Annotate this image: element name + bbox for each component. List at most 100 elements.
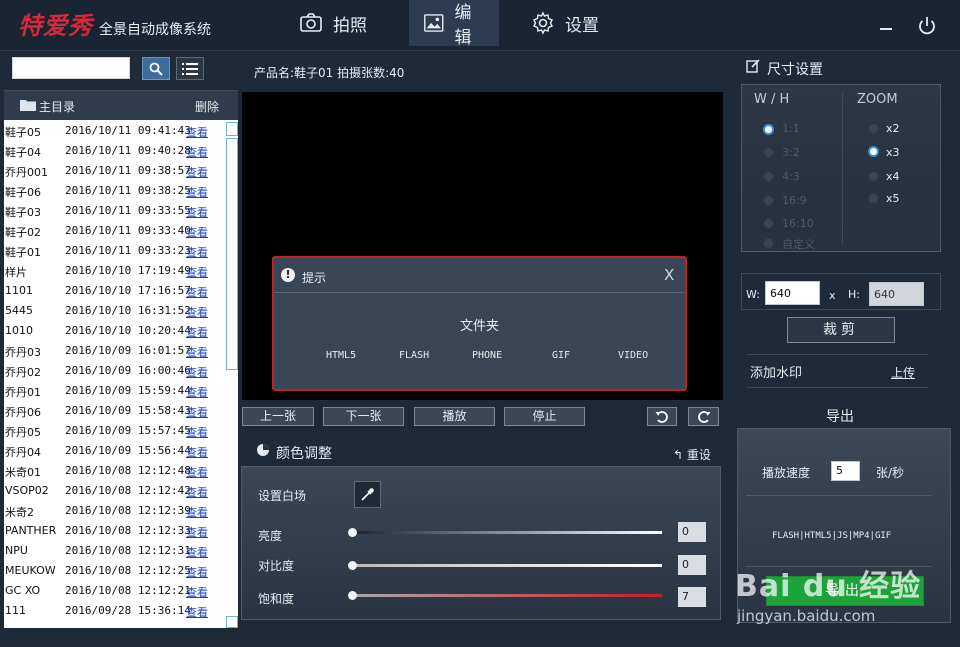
view-link[interactable]: 查看 bbox=[186, 424, 208, 440]
crop-button[interactable]: 裁剪 bbox=[787, 317, 895, 343]
minimize-button[interactable] bbox=[880, 18, 894, 30]
tab-edit[interactable]: 编辑 bbox=[409, 0, 499, 48]
view-link[interactable]: 查看 bbox=[186, 324, 208, 340]
play-button[interactable]: 播放 bbox=[414, 407, 495, 426]
search-button[interactable] bbox=[142, 57, 170, 80]
view-link[interactable]: 查看 bbox=[186, 264, 208, 280]
option-html5[interactable]: HTML5 bbox=[326, 350, 356, 361]
list-item[interactable]: 乔丹05 2016/10/09 15:57:45 查看 bbox=[4, 420, 224, 440]
search-input[interactable] bbox=[12, 57, 130, 79]
list-item[interactable]: 乔丹001 2016/10/11 09:38:57 查看 bbox=[4, 160, 224, 180]
view-link[interactable]: 查看 bbox=[186, 244, 208, 260]
delete-button[interactable]: 删除 bbox=[195, 98, 219, 115]
option-video[interactable]: VIDEO bbox=[618, 350, 648, 361]
list-item[interactable]: NPU 2016/10/08 12:12:31 查看 bbox=[4, 540, 224, 560]
list-item[interactable]: GC XO 2016/10/08 12:12:21 查看 bbox=[4, 580, 224, 600]
view-link[interactable]: 查看 bbox=[186, 164, 208, 180]
view-link[interactable]: 查看 bbox=[186, 404, 208, 420]
tab-capture[interactable]: 拍照 bbox=[285, 0, 381, 46]
view-link[interactable]: 查看 bbox=[186, 564, 208, 580]
view-link[interactable]: 查看 bbox=[186, 364, 208, 380]
view-link[interactable]: 查看 bbox=[186, 604, 208, 620]
list-item[interactable]: 样片 2016/10/10 17:19:49 查看 bbox=[4, 260, 224, 280]
zoom-x5-radio[interactable] bbox=[868, 193, 879, 204]
list-item[interactable]: MEUKOW 2016/10/08 12:12:25 查看 bbox=[4, 560, 224, 580]
view-link[interactable]: 查看 bbox=[186, 124, 208, 140]
zoom-x3-radio[interactable] bbox=[868, 146, 879, 157]
contrast-knob[interactable] bbox=[348, 561, 357, 570]
scroll-down-arrow[interactable] bbox=[226, 616, 238, 628]
prev-image-button[interactable]: 上一张 bbox=[242, 407, 314, 426]
rotate-right-button[interactable] bbox=[688, 407, 719, 426]
list-item[interactable]: 1101 2016/10/10 17:16:57 查看 bbox=[4, 280, 224, 300]
view-link[interactable]: 查看 bbox=[186, 524, 208, 540]
view-link[interactable]: 查看 bbox=[186, 144, 208, 160]
ratio-custom-radio[interactable] bbox=[763, 238, 774, 249]
list-item[interactable]: 1010 2016/10/10 10:20:44 查看 bbox=[4, 320, 224, 340]
list-item[interactable]: PANTHER 2016/10/08 12:12:33 查看 bbox=[4, 520, 224, 540]
close-icon[interactable]: X bbox=[664, 266, 674, 284]
stop-button[interactable]: 停止 bbox=[504, 407, 585, 426]
width-input[interactable] bbox=[765, 281, 820, 305]
list-item[interactable]: 111 2016/09/28 15:36:14 查看 bbox=[4, 600, 224, 620]
list-item[interactable]: 鞋子06 2016/10/11 09:38:25 查看 bbox=[4, 180, 224, 200]
brightness-slider[interactable] bbox=[352, 531, 662, 534]
zoom-x4-radio[interactable] bbox=[868, 171, 879, 182]
option-phone[interactable]: PHONE bbox=[472, 350, 502, 361]
view-link[interactable]: 查看 bbox=[186, 504, 208, 520]
list-item[interactable]: 5445 2016/10/10 16:31:52 查看 bbox=[4, 300, 224, 320]
list-item[interactable]: 乔丹03 2016/10/09 16:01:57 查看 bbox=[4, 340, 224, 360]
list-item[interactable]: 乔丹01 2016/10/09 15:59:44 查看 bbox=[4, 380, 224, 400]
contrast-value[interactable]: 0 bbox=[678, 555, 706, 575]
list-item[interactable]: 鞋子02 2016/10/11 09:33:40 查看 bbox=[4, 220, 224, 240]
view-link[interactable]: 查看 bbox=[186, 184, 208, 200]
play-speed-input[interactable]: 5 bbox=[831, 461, 860, 481]
zoom-x2-radio[interactable] bbox=[868, 123, 879, 134]
list-item[interactable]: 乔丹06 2016/10/09 15:58:43 查看 bbox=[4, 400, 224, 420]
ratio-16-9-radio[interactable] bbox=[763, 195, 774, 206]
view-link[interactable]: 查看 bbox=[186, 204, 208, 220]
view-link[interactable]: 查看 bbox=[186, 224, 208, 240]
tab-settings[interactable]: 设置 bbox=[517, 0, 613, 46]
list-item[interactable]: 鞋子03 2016/10/11 09:33:55 查看 bbox=[4, 200, 224, 220]
brightness-knob[interactable] bbox=[348, 528, 357, 537]
list-item[interactable]: 鞋子04 2016/10/11 09:40:28 查看 bbox=[4, 140, 224, 160]
view-link[interactable]: 查看 bbox=[186, 444, 208, 460]
view-link[interactable]: 查看 bbox=[186, 284, 208, 300]
list-item[interactable]: 米奇2 2016/10/08 12:12:39 查看 bbox=[4, 500, 224, 520]
upload-watermark-link[interactable]: 上传 bbox=[891, 364, 915, 381]
list-item[interactable]: 鞋子05 2016/10/11 09:41:43 查看 bbox=[4, 120, 224, 140]
height-input[interactable] bbox=[869, 282, 924, 306]
list-view-button[interactable] bbox=[176, 57, 204, 80]
brightness-value[interactable]: 0 bbox=[678, 522, 706, 542]
list-item[interactable]: 乔丹02 2016/10/09 16:00:46 查看 bbox=[4, 360, 224, 380]
view-link[interactable]: 查看 bbox=[186, 544, 208, 560]
ratio-4-3-radio[interactable] bbox=[763, 171, 774, 182]
view-link[interactable]: 查看 bbox=[186, 384, 208, 400]
option-flash[interactable]: FLASH bbox=[399, 350, 429, 361]
power-icon[interactable] bbox=[916, 15, 938, 37]
view-link[interactable]: 查看 bbox=[186, 584, 208, 600]
list-item[interactable]: VSOP02 2016/10/08 12:12:42 查看 bbox=[4, 480, 224, 500]
list-item[interactable]: 米奇01 2016/10/08 12:12:48 查看 bbox=[4, 460, 224, 480]
saturation-slider[interactable] bbox=[352, 594, 662, 597]
ratio-1-1-radio[interactable] bbox=[763, 124, 774, 135]
saturation-knob[interactable] bbox=[348, 591, 357, 600]
scroll-up-arrow[interactable] bbox=[226, 122, 238, 136]
scroll-thumb[interactable] bbox=[226, 138, 238, 370]
ratio-3-2-radio[interactable] bbox=[763, 147, 774, 158]
option-gif[interactable]: GIF bbox=[552, 350, 570, 361]
view-link[interactable]: 查看 bbox=[186, 344, 208, 360]
contrast-slider[interactable] bbox=[352, 564, 662, 567]
view-link[interactable]: 查看 bbox=[186, 464, 208, 480]
reset-button[interactable]: ↰ 重设 bbox=[673, 446, 711, 463]
view-link[interactable]: 查看 bbox=[186, 304, 208, 320]
list-item[interactable]: 乔丹04 2016/10/09 15:56:44 查看 bbox=[4, 440, 224, 460]
ratio-16-10-radio[interactable] bbox=[763, 218, 774, 229]
list-item[interactable]: 鞋子01 2016/10/11 09:33:23 查看 bbox=[4, 240, 224, 260]
rotate-left-button[interactable] bbox=[647, 407, 677, 426]
view-link[interactable]: 查看 bbox=[186, 484, 208, 500]
white-balance-picker[interactable] bbox=[354, 481, 381, 508]
saturation-value[interactable]: 7 bbox=[678, 587, 706, 607]
next-image-button[interactable]: 下一张 bbox=[323, 407, 404, 426]
